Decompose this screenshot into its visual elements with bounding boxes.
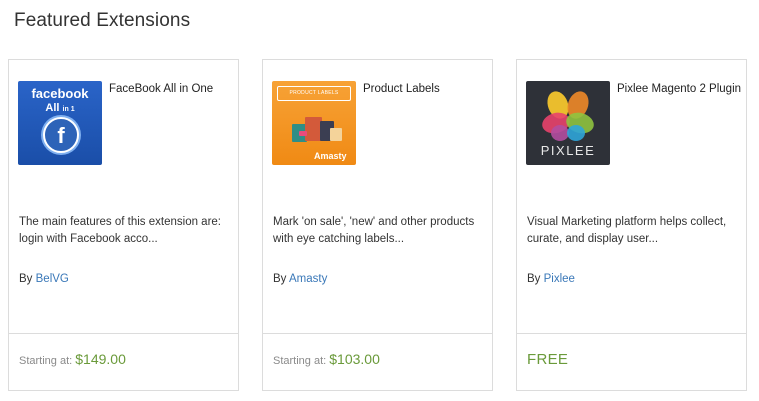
- facebook-all-in-one-thumbnail[interactable]: facebook All in 1 f: [18, 81, 102, 165]
- facebook-thumb-all: All: [45, 102, 60, 114]
- vendor-line: By Amasty: [273, 273, 327, 285]
- product-card-pixlee[interactable]: PIXLEE Pixlee Magento 2 Plugin Visual Ma…: [516, 59, 747, 391]
- price-row: Starting at: $103.00: [273, 351, 380, 367]
- vendor-link[interactable]: BelVG: [36, 273, 69, 285]
- product-name[interactable]: FaceBook All in One: [109, 83, 234, 95]
- pixlee-logo-text: PIXLEE: [540, 143, 596, 158]
- price-value: $149.00: [75, 351, 126, 367]
- vendor-link[interactable]: Pixlee: [544, 273, 575, 285]
- price-value: FREE: [527, 351, 569, 368]
- featured-extensions-page: Featured Extensions facebook All in 1 f …: [0, 0, 759, 401]
- facebook-logo-icon: f: [43, 117, 79, 153]
- bag-icon: [330, 128, 342, 141]
- product-name[interactable]: Product Labels: [363, 83, 488, 95]
- section-title: Featured Extensions: [14, 10, 191, 31]
- price-row: FREE: [527, 351, 568, 368]
- price-row: Starting at: $149.00: [19, 351, 126, 367]
- vendor-line: By Pixlee: [527, 273, 575, 285]
- vendor-prefix: By: [19, 273, 33, 285]
- price-label: Starting at:: [19, 355, 73, 367]
- product-card-facebook[interactable]: facebook All in 1 f FaceBook All in One …: [8, 59, 239, 391]
- card-divider: [9, 333, 238, 334]
- facebook-thumb-text: facebook All in 1: [18, 87, 102, 116]
- product-description: The main features of this extension are:…: [19, 216, 221, 245]
- vendor-prefix: By: [273, 273, 287, 285]
- tag-icon: [299, 131, 307, 136]
- product-description: Visual Marketing platform helps collect,…: [527, 216, 727, 245]
- product-name[interactable]: Pixlee Magento 2 Plugin: [617, 83, 742, 95]
- amasty-logo: Amasty: [314, 151, 347, 161]
- vendor-link[interactable]: Amasty: [289, 273, 327, 285]
- price-value: $103.00: [329, 351, 380, 367]
- pixlee-thumbnail[interactable]: PIXLEE: [526, 81, 610, 165]
- facebook-thumb-line1: facebook: [31, 86, 89, 101]
- product-labels-thumbnail[interactable]: PRODUCT LABELS Amasty: [272, 81, 356, 165]
- vendor-line: By BelVG: [19, 273, 69, 285]
- card-divider: [263, 333, 492, 334]
- price-label: Starting at:: [273, 355, 327, 367]
- card-divider: [517, 333, 746, 334]
- vendor-prefix: By: [527, 273, 541, 285]
- facebook-thumb-line2: All in 1: [45, 102, 74, 114]
- product-card-product-labels[interactable]: PRODUCT LABELS Amasty Product Labels Mar…: [262, 59, 493, 391]
- product-description: Mark 'on sale', 'new' and other products…: [273, 216, 475, 245]
- product-labels-banner: PRODUCT LABELS: [277, 86, 351, 101]
- facebook-thumb-in1: in 1: [62, 106, 75, 113]
